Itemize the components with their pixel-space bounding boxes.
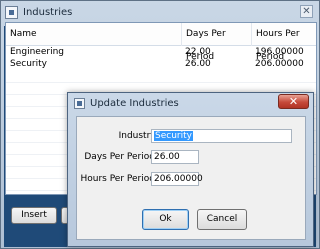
cancel-button[interactable]: Cancel	[197, 209, 247, 230]
dialog-close-button[interactable]: ✕	[278, 94, 309, 109]
app-window-icon	[5, 6, 18, 19]
column-header-name[interactable]: Name	[6, 23, 181, 46]
hours-per-period-input[interactable]: 206.00000	[151, 172, 203, 186]
window-title: Industries	[23, 7, 73, 18]
industry-input[interactable]: Security	[151, 129, 292, 143]
days-per-period-input[interactable]: 26.00	[151, 150, 199, 164]
row-hours-cell: 206.00000	[255, 59, 304, 69]
insert-button[interactable]: Insert	[11, 207, 57, 224]
row-name-cell: Security	[10, 59, 47, 69]
hours-per-period-label: Hours Per Period:	[80, 174, 158, 184]
row-hours-cell: 196.00000	[255, 47, 304, 57]
update-industries-dialog: Update Industries ✕ Industry: Security D…	[67, 92, 314, 247]
window-close-button[interactable]: ✕	[300, 5, 313, 18]
table-row[interactable]: Security 26.00 206.00000	[6, 58, 316, 70]
dialog-title: Update Industries	[90, 98, 179, 109]
ok-button[interactable]: Ok	[142, 209, 189, 230]
column-header-hours-per-period[interactable]: Hours Per Period	[251, 23, 318, 62]
table-row[interactable]: Engineering 22.00 196.00000	[6, 46, 316, 58]
row-days-cell: 26.00	[185, 59, 211, 69]
industry-input-selected-text: Security	[154, 131, 193, 141]
dialog-body: Industry: Security Days Per Period: 26.0…	[76, 116, 306, 240]
row-name-cell: Engineering	[10, 47, 64, 57]
dialog-title-bar[interactable]: Update Industries ✕	[68, 93, 313, 115]
dialog-window-icon	[74, 98, 85, 109]
days-per-period-label: Days Per Period:	[84, 152, 158, 162]
row-days-cell: 22.00	[185, 47, 211, 57]
column-header-days-per-period[interactable]: Days Per Period	[181, 23, 251, 62]
grid-header: Name Days Per Period Hours Per Period	[6, 23, 318, 62]
